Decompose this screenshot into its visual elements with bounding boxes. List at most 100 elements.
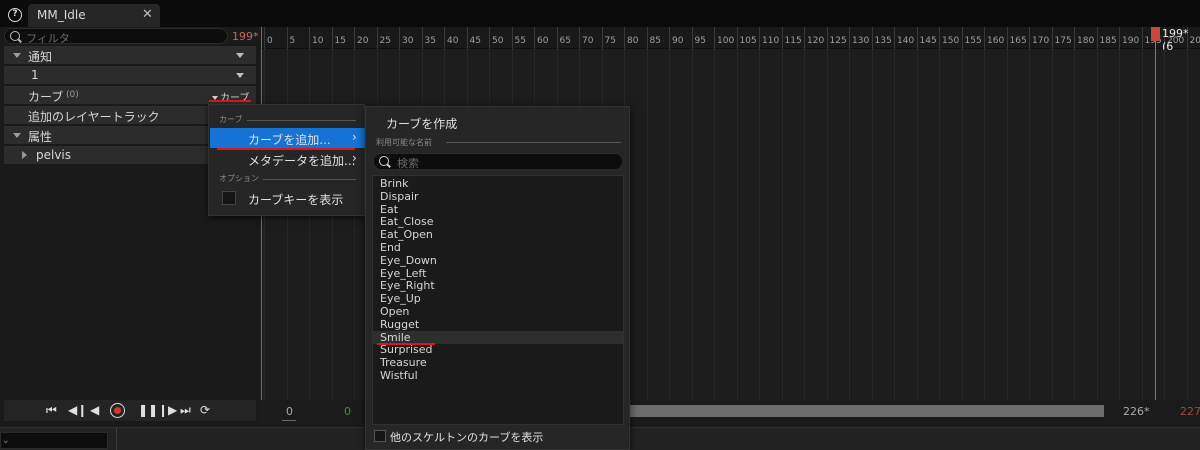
expand-icon[interactable] (22, 151, 27, 159)
curve-name-label: Surprised (380, 343, 433, 357)
range-end[interactable]: 227 (1180, 405, 1200, 418)
curve-name-label: Wistful (380, 369, 418, 382)
search-placeholder: 検索 (397, 157, 419, 170)
end-marker-line (1155, 41, 1156, 400)
grid-line (849, 49, 850, 400)
grid-line (1074, 49, 1075, 400)
chevron-right-icon: › (352, 130, 357, 144)
curve-name-item[interactable]: Wistful (373, 369, 623, 382)
collapse-icon[interactable] (13, 53, 21, 58)
ruler-tick (354, 27, 355, 49)
playback-start[interactable]: 0 (344, 405, 351, 418)
curve-name-item[interactable]: Eat_Close (373, 215, 623, 228)
ruler-tick (1096, 27, 1098, 49)
grid-line (916, 49, 918, 400)
add-curve-menu-item[interactable]: カーブを追加... › (210, 128, 365, 148)
grid-line (1029, 49, 1030, 400)
curve-name-label: Eat_Open (380, 228, 433, 242)
show-other-checkbox[interactable] (374, 430, 386, 442)
ruler-tick (1006, 27, 1008, 49)
curve-name-item[interactable]: Eye_Up (373, 292, 623, 305)
filter-input[interactable]: フィルタ (4, 28, 228, 45)
grid-line (646, 49, 648, 400)
loop-icon[interactable]: ⟳ (200, 404, 210, 417)
console-input[interactable]: ⌄ (0, 432, 108, 449)
range-start[interactable]: 0 (286, 405, 293, 418)
record-icon[interactable] (110, 403, 125, 418)
ruler-tick-label: 90 (672, 36, 684, 46)
curve-name-item[interactable]: Open (373, 305, 623, 318)
skip-to-end-icon[interactable]: ⏭ (180, 404, 191, 417)
ruler-tick (826, 27, 828, 49)
asset-tab[interactable]: MM_Idle ✕ (28, 4, 160, 27)
curve-name-item[interactable]: Eye_Down (373, 254, 623, 267)
curve-context-menu: カーブ カーブを追加... › メタデータを追加... › オプション カーブキ… (208, 104, 365, 216)
chevron-down-icon[interactable] (236, 53, 244, 58)
ruler-tick (444, 27, 445, 49)
status-separator (116, 428, 117, 450)
tab-title: MM_Idle (37, 8, 86, 22)
chevron-down-icon[interactable] (236, 73, 244, 78)
ruler-tick (669, 27, 670, 49)
playback-end[interactable]: 226* (1123, 405, 1150, 418)
add-metadata-menu-item[interactable]: メタデータを追加... › (210, 149, 365, 169)
help-icon[interactable]: ? (8, 8, 22, 22)
ruler-tick-label: 150 (942, 36, 960, 46)
curve-name-item[interactable]: Eat (373, 203, 623, 216)
ruler-tick (916, 27, 918, 49)
ruler-tick-label: 85 (649, 36, 661, 46)
curve-name-item[interactable]: Treasure (373, 356, 623, 369)
ruler-tick-label: 0 (267, 36, 273, 46)
grid-line (1119, 49, 1120, 400)
tab-bar: ? MM_Idle ✕ (0, 0, 1200, 27)
show-other-label: 他のスケルトンのカーブを表示 (390, 431, 544, 444)
curve-name-item[interactable]: Eye_Right (373, 279, 623, 292)
curve-name-item[interactable]: Brink (373, 177, 623, 190)
show-other-skeleton-curves[interactable]: 他のスケルトンのカーブを表示 (374, 429, 614, 445)
ruler-tick-label: 95 (694, 36, 706, 46)
curve-search-input[interactable]: 検索 (373, 153, 623, 170)
show-curve-keys-checkbox[interactable] (222, 191, 236, 205)
step-forward-icon[interactable]: ❙▶ (158, 404, 177, 417)
play-reverse-icon[interactable]: ◀ (90, 404, 99, 417)
grid-line (1096, 49, 1098, 400)
ruler-tick-label: 45 (469, 36, 481, 46)
track-notify[interactable]: 通知 (4, 46, 256, 64)
close-icon[interactable]: ✕ (142, 7, 153, 22)
end-marker[interactable] (1151, 27, 1160, 41)
timeline-scrollbar[interactable] (626, 405, 1104, 417)
ruler-tick-label: 65 (559, 36, 571, 46)
chevron-right-icon: › (352, 151, 357, 165)
create-curve-submenu: カーブを作成 利用可能な名前 検索 Brink Dispair Eat Eat_Clo… (365, 106, 630, 450)
step-back-icon[interactable]: ◀❙ (68, 404, 87, 417)
ruler-tick-label: 175 (1054, 36, 1072, 46)
grid-line (961, 49, 963, 400)
grid-line (759, 49, 760, 400)
curve-name-item[interactable]: Eat_Open (373, 228, 623, 241)
ruler-tick-label: 75 (604, 36, 616, 46)
grid-line (354, 49, 355, 400)
curve-name-item[interactable]: Rugget (373, 318, 623, 331)
ruler-tick (264, 27, 265, 49)
pause-icon[interactable]: ❚❚ (138, 404, 158, 417)
curve-name-list[interactable]: Brink Dispair Eat Eat_Close Eat_Open End Eye_D… (372, 175, 624, 425)
ruler-tick-label: 165 (1009, 36, 1027, 46)
curve-name-label: Eat (380, 202, 399, 216)
ruler-tick (646, 27, 648, 49)
track-notify-1[interactable]: 1 (4, 66, 256, 84)
ruler-tick (736, 27, 738, 49)
ruler-tick-label: 20 (357, 36, 369, 46)
curve-name-label: Eye_Left (380, 266, 427, 280)
collapse-icon[interactable] (13, 133, 21, 138)
curve-name-item[interactable]: Surprised (373, 343, 623, 356)
add-curve-label: カーブ (220, 93, 250, 104)
curve-name-item[interactable]: Dispair (373, 190, 623, 203)
ruler-tick-label: 105 (739, 36, 757, 46)
show-curve-keys-item[interactable]: カーブキーを表示 (210, 188, 365, 208)
ruler-tick-label: 110 (762, 36, 780, 46)
time-ruler[interactable]: 0 5 10 15 20 25 30 35 40 45 50 55 60 65 70 75 80 85 90 95 10… (260, 27, 1200, 49)
skip-to-start-icon[interactable]: ⏮ (46, 404, 57, 417)
curve-name-item[interactable]: End (373, 241, 623, 254)
curve-name-item[interactable]: Eye_Left (373, 267, 623, 280)
ruler-tick (939, 27, 940, 49)
